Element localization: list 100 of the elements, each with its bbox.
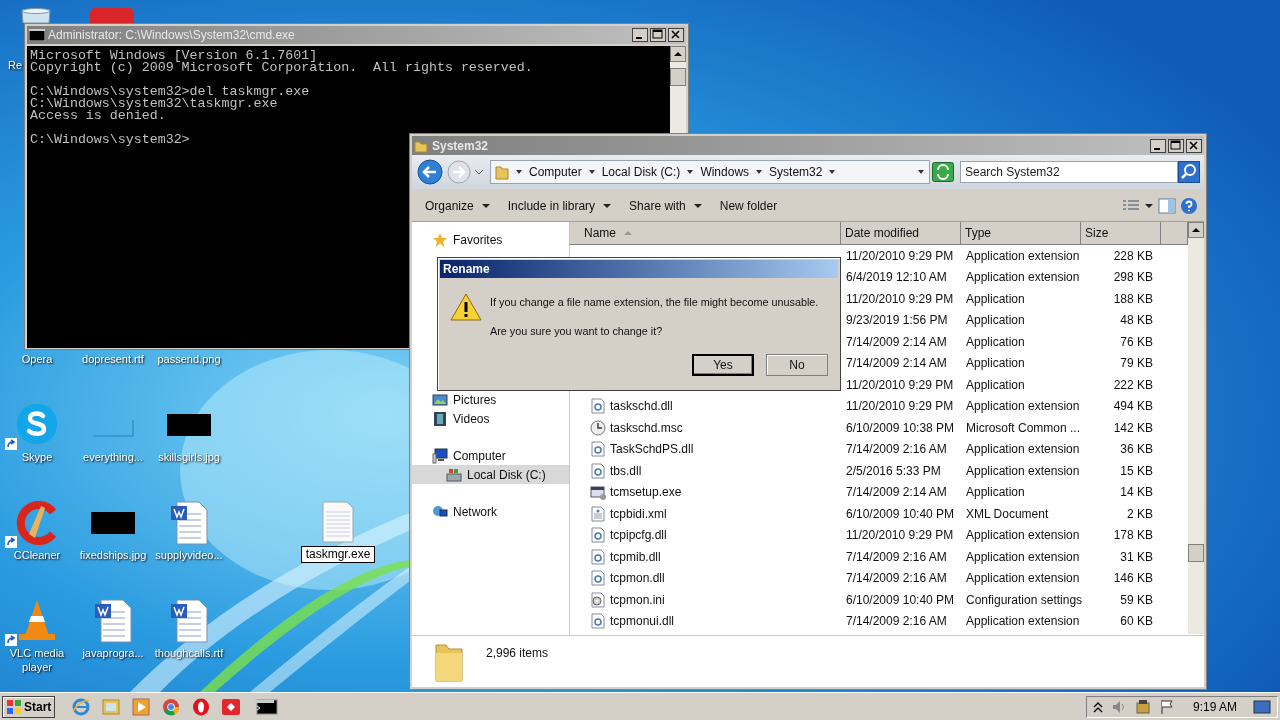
minimize-button[interactable] <box>632 28 648 42</box>
table-cell-text: XML Document <box>965 505 1050 523</box>
table-cell-text: 222 KB <box>1112 376 1154 394</box>
breadcrumb-arrow-icon[interactable] <box>515 168 523 176</box>
show-desktop-button[interactable] <box>1253 699 1271 714</box>
breadcrumb-arrow-icon[interactable] <box>587 168 596 176</box>
table-cell-text: Application extension <box>965 247 1081 265</box>
table-cell-text: Application extension <box>965 441 1081 459</box>
file-name[interactable]: tcpipcfg.dll <box>610 526 667 545</box>
breadcrumb-arrow-icon[interactable] <box>828 168 837 176</box>
refresh-button[interactable] <box>932 162 954 182</box>
console-line: C:\Windows\system32\taskmgr.exe <box>30 98 278 110</box>
browser-icon[interactable] <box>161 696 182 717</box>
start-button[interactable]: Start <box>2 695 56 718</box>
dialog-title: Rename <box>443 261 490 278</box>
file-name[interactable]: tcpmib.dll <box>610 547 661 566</box>
file-name[interactable]: taskschd.msc <box>610 418 683 437</box>
table-cell-text: 7/14/2009 2:14 AM <box>845 333 948 351</box>
browser-icon[interactable] <box>191 696 212 717</box>
scrollbar[interactable] <box>1188 222 1204 634</box>
clock[interactable]: 9:19 AM <box>1192 697 1237 716</box>
table-cell-text: 7/14/2009 2:16 AM <box>845 570 948 588</box>
nav-item[interactable]: Computer <box>412 446 569 465</box>
minimize-button[interactable] <box>1150 138 1166 153</box>
nav-item[interactable]: Network <box>412 502 569 521</box>
table-cell-text: Application extension <box>965 613 1081 631</box>
network-icon[interactable] <box>1134 698 1151 715</box>
flag-icon[interactable] <box>1158 698 1175 715</box>
table-cell-text: Application extension <box>965 269 1081 287</box>
file-icon <box>590 419 606 436</box>
recycle-bin-icon[interactable] <box>18 8 54 23</box>
table-cell-text: 6/10/2009 10:40 PM <box>845 505 956 523</box>
toolbar-button[interactable]: Include in library <box>500 194 619 218</box>
maximize-button[interactable] <box>1168 138 1184 153</box>
table-cell-text: 9/23/2019 1:56 PM <box>845 312 949 330</box>
table-cell-text: Application extension <box>965 570 1081 588</box>
scroll-up-button[interactable] <box>1188 222 1204 238</box>
column-header[interactable]: Size <box>1081 222 1161 244</box>
breadcrumb-item[interactable]: System32 <box>769 163 823 181</box>
media-player-icon[interactable] <box>131 696 152 717</box>
desktop-icon-label[interactable]: VLC media player <box>0 646 75 674</box>
column-header[interactable]: Name <box>570 222 841 244</box>
caret-icon[interactable] <box>1144 202 1154 210</box>
breadcrumb-arrow-icon[interactable] <box>686 168 695 176</box>
help-icon[interactable] <box>1180 197 1198 215</box>
maximize-button[interactable] <box>650 28 666 42</box>
address-dropdown-icon[interactable] <box>917 168 925 176</box>
back-button[interactable] <box>416 158 444 186</box>
table-cell-text: 7/14/2009 2:14 AM <box>845 484 948 502</box>
nav-item[interactable]: Videos <box>412 409 569 428</box>
file-name[interactable]: TaskSchdPS.dll <box>610 440 694 459</box>
scrollbar-thumb[interactable] <box>1188 544 1204 562</box>
table-cell-text: 6/10/2009 10:40 PM <box>845 591 956 609</box>
console-line: Copyright (c) 2009 Microsoft Corporation. All rights reserved. <box>30 62 533 74</box>
column-header[interactable]: Type <box>961 222 1081 244</box>
search-button[interactable] <box>1178 161 1200 183</box>
search-field[interactable]: Search System32 <box>960 161 1178 183</box>
toolbar-button[interactable]: New folder <box>712 194 785 218</box>
table-cell-text: 298 KB <box>1112 269 1154 287</box>
close-button[interactable] <box>1186 138 1202 153</box>
file-name[interactable]: tcpmon.ini <box>610 590 665 609</box>
nav-item[interactable]: Pictures <box>412 390 569 409</box>
toolbar-button[interactable]: Organize <box>418 194 497 218</box>
show-hidden-icons-button[interactable] <box>1092 700 1103 713</box>
column-header[interactable]: Date modified <box>841 222 961 244</box>
file-icon <box>590 462 606 479</box>
table-cell-text: Application <box>965 376 1026 394</box>
dialog-button[interactable]: Yes <box>692 354 754 377</box>
rename-field[interactable]: taskmgr.exe <box>300 546 376 563</box>
history-dropdown-icon[interactable] <box>474 167 484 177</box>
desktop-icon-label: Re <box>8 58 23 73</box>
close-button[interactable] <box>668 28 684 42</box>
nav-item[interactable]: Favorites <box>412 230 569 249</box>
breadcrumb-item[interactable]: Computer <box>529 163 582 181</box>
table-cell-text: 11/20/2010 9:29 PM <box>845 527 955 545</box>
dialog-button[interactable]: No <box>766 354 828 377</box>
breadcrumb-item[interactable]: Windows <box>700 163 750 181</box>
file-name[interactable]: tcmsetup.exe <box>610 483 682 502</box>
file-name[interactable]: tcpmonui.dll <box>610 612 675 631</box>
file-name[interactable]: tcpmon.dll <box>610 569 665 588</box>
file-name[interactable]: tcpbidi.xml <box>610 504 667 523</box>
table-cell-text: Application extension <box>965 527 1081 545</box>
toolbar-button[interactable]: Share with <box>622 194 709 218</box>
scrollbar-thumb[interactable] <box>670 68 686 86</box>
scroll-up-button[interactable] <box>670 46 686 62</box>
window-title: System32 <box>432 137 489 155</box>
table-cell-text: Application extension <box>965 398 1081 416</box>
table-cell-text: 6/4/2019 12:10 AM <box>845 269 948 287</box>
file-icon <box>590 484 606 501</box>
file-name[interactable]: tbs.dll <box>610 461 642 480</box>
file-icon <box>590 441 606 458</box>
address-bar[interactable]: Computer Local Disk (C:) Windows System32 <box>490 160 930 184</box>
table-cell-text: 76 KB <box>1119 333 1154 351</box>
breadcrumb-item[interactable]: Local Disk (C:) <box>601 163 681 181</box>
folder-icon <box>495 164 509 180</box>
file-name[interactable]: taskschd.dll <box>610 397 673 416</box>
table-cell-text: Microsoft Common ... <box>965 419 1081 437</box>
table-cell-text: Configuration settings <box>965 591 1081 609</box>
breadcrumb-arrow-icon[interactable] <box>755 168 764 176</box>
nav-item[interactable]: Local Disk (C:) <box>412 465 569 484</box>
